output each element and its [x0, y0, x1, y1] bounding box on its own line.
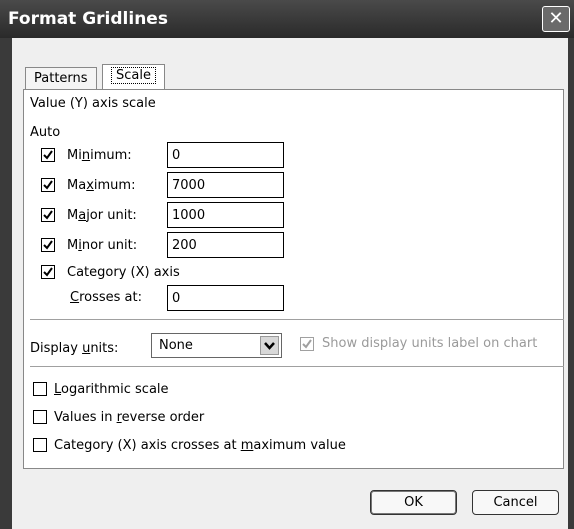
- show-units-label-text: Show display units label on chart: [322, 336, 538, 351]
- tab-scale[interactable]: Scale: [102, 64, 165, 89]
- window-border-left: [0, 38, 12, 529]
- check-icon: [43, 240, 53, 250]
- maximum-label: Maximum:: [67, 178, 136, 193]
- major-unit-field[interactable]: [167, 202, 284, 228]
- separator: [30, 319, 564, 320]
- reverse-order-checkbox[interactable]: [33, 410, 47, 424]
- minimum-field[interactable]: [167, 142, 284, 168]
- window-title: Format Gridlines: [8, 9, 168, 29]
- display-units-label: Display units:: [30, 341, 119, 356]
- window-border-right: [568, 38, 574, 529]
- crosses-at-label: Crosses at:: [70, 290, 142, 305]
- minimum-auto-checkbox[interactable]: [41, 148, 55, 162]
- tab-scale-label: Scale: [111, 67, 156, 84]
- maximum-auto-checkbox[interactable]: [41, 178, 55, 192]
- chevron-down-icon[interactable]: [260, 336, 279, 355]
- show-units-label-checkbox[interactable]: [300, 337, 314, 351]
- check-icon: [43, 210, 53, 220]
- minor-unit-field[interactable]: [167, 232, 284, 258]
- tab-patterns[interactable]: Patterns: [25, 67, 97, 89]
- auto-label: Auto: [30, 125, 61, 140]
- maximum-field[interactable]: [167, 172, 284, 198]
- category-crosses-label: Category (X) axis: [67, 265, 180, 280]
- check-icon: [302, 339, 312, 349]
- section-title: Value (Y) axis scale: [30, 96, 156, 111]
- major-unit-label: Major unit:: [67, 208, 137, 223]
- cancel-button[interactable]: Cancel: [472, 490, 559, 515]
- close-button[interactable]: ✕: [542, 6, 570, 32]
- minimum-label: Minimum:: [67, 148, 132, 163]
- tab-patterns-label: Patterns: [34, 71, 88, 86]
- minor-unit-auto-checkbox[interactable]: [41, 238, 55, 252]
- display-units-select[interactable]: None: [151, 333, 282, 358]
- logarithmic-checkbox[interactable]: [33, 382, 47, 396]
- major-unit-auto-checkbox[interactable]: [41, 208, 55, 222]
- logarithmic-label: Logarithmic scale: [54, 382, 169, 397]
- check-icon: [43, 150, 53, 160]
- max-value-checkbox[interactable]: [33, 438, 47, 452]
- category-crosses-checkbox[interactable]: [41, 265, 55, 279]
- display-units-value: None: [159, 338, 193, 353]
- check-icon: [43, 267, 53, 277]
- title-bar: Format Gridlines ✕: [0, 0, 574, 38]
- separator: [30, 366, 564, 367]
- reverse-order-label: Values in reverse order: [54, 410, 205, 425]
- minor-unit-label: Minor unit:: [67, 238, 138, 253]
- ok-button[interactable]: OK: [370, 490, 457, 515]
- crosses-at-field[interactable]: [167, 285, 284, 311]
- close-icon: ✕: [548, 8, 564, 29]
- max-value-label: Category (X) axis crosses at maximum val…: [54, 438, 346, 453]
- check-icon: [43, 180, 53, 190]
